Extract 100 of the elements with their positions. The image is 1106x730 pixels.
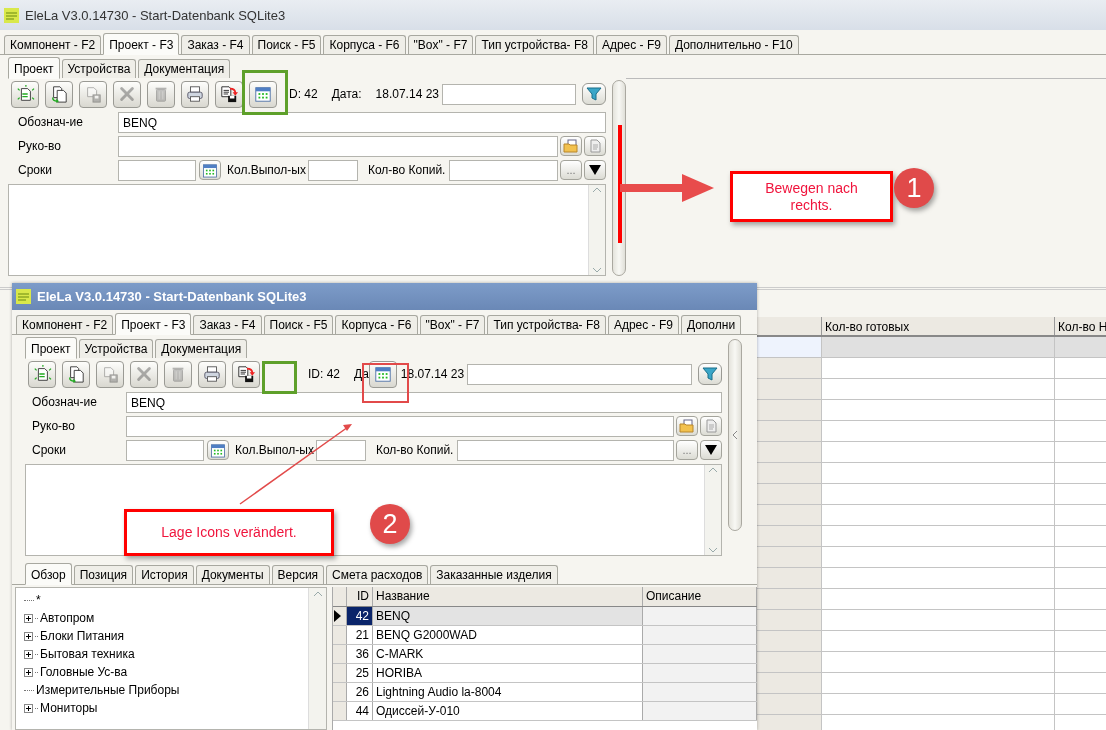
tab[interactable]: Смета расходов <box>326 565 429 584</box>
tab[interactable]: "Box" - F7 <box>419 315 486 334</box>
table-row[interactable]: 44 Одиссей-У-010 <box>333 702 757 721</box>
scrollbar[interactable] <box>704 465 721 555</box>
date-field[interactable] <box>467 363 692 385</box>
expand-icon[interactable] <box>24 613 33 623</box>
copies-field[interactable] <box>449 159 558 181</box>
table-row[interactable] <box>757 568 1106 589</box>
filter-button[interactable] <box>698 363 722 385</box>
table-row[interactable] <box>757 694 1106 715</box>
tab[interactable]: Адрес - F9 <box>595 35 667 54</box>
table-row[interactable] <box>757 526 1106 547</box>
expand-icon[interactable] <box>24 667 33 677</box>
table-row[interactable]: 36 C-MARK <box>333 645 757 664</box>
manager-field[interactable] <box>118 135 558 157</box>
expand-icon[interactable] <box>24 649 33 659</box>
tree-item[interactable]: Автопром <box>40 611 95 625</box>
table-row[interactable] <box>757 379 1106 400</box>
tab[interactable]: Обзор <box>25 563 72 585</box>
tab[interactable]: Адрес - F9 <box>607 315 679 334</box>
table-row[interactable] <box>757 421 1106 442</box>
tab[interactable]: Корпуса - F6 <box>323 35 406 54</box>
toolbar-button[interactable] <box>45 80 73 108</box>
tab[interactable]: Дополни <box>680 315 742 334</box>
dropdown-button[interactable] <box>700 440 722 460</box>
tree-item[interactable]: Головные Ус-ва <box>40 665 128 679</box>
table-row[interactable] <box>757 610 1106 631</box>
tab[interactable]: Устройства <box>61 59 137 78</box>
calendar-button[interactable] <box>199 160 221 180</box>
table-row[interactable] <box>757 400 1106 421</box>
tab[interactable]: Поиск - F5 <box>251 35 322 54</box>
table-row[interactable] <box>757 358 1106 379</box>
table-row[interactable]: 21 BENQ G2000WAD <box>333 626 757 645</box>
tab[interactable]: Проект - F3 <box>103 33 180 55</box>
tab[interactable]: Компонент - F2 <box>16 315 114 334</box>
tab[interactable]: Тип устройства- F8 <box>475 35 594 54</box>
tab[interactable]: История <box>135 565 194 584</box>
table-row[interactable] <box>757 547 1106 568</box>
toolbar-button[interactable] <box>62 360 90 388</box>
tab[interactable]: Устройства <box>78 339 154 358</box>
splitter-handle[interactable] <box>728 339 742 531</box>
tab[interactable]: Компонент - F2 <box>4 35 102 54</box>
designation-field[interactable]: BENQ <box>118 111 606 133</box>
tab[interactable]: Заказанные изделия <box>430 565 558 584</box>
toolbar-button[interactable] <box>232 360 260 388</box>
toolbar-button[interactable] <box>28 360 56 388</box>
tab[interactable]: Заказ - F4 <box>193 315 262 334</box>
tree-item[interactable]: Мониторы <box>40 701 98 715</box>
tab[interactable]: Документация <box>155 339 248 358</box>
tab[interactable]: Дополнительно - F10 <box>668 35 799 54</box>
table-row[interactable] <box>757 673 1106 694</box>
tab[interactable]: Проект <box>8 57 60 79</box>
table-row[interactable] <box>757 652 1106 673</box>
tab[interactable]: "Box" - F7 <box>407 35 474 54</box>
tab[interactable]: Позиция <box>73 565 134 584</box>
terms-field[interactable] <box>118 159 196 181</box>
table-row[interactable] <box>757 631 1106 652</box>
tree-item[interactable]: Блоки Питания <box>40 629 125 643</box>
toolbar-button[interactable] <box>11 80 39 108</box>
scroll-up-icon[interactable] <box>707 465 719 475</box>
tab[interactable]: Тип устройства- F8 <box>487 315 606 334</box>
terms-field[interactable] <box>126 439 204 461</box>
tree-item[interactable]: Измерительные Приборы <box>36 683 180 697</box>
scroll-up-icon[interactable] <box>591 185 603 195</box>
scroll-down-icon[interactable] <box>707 545 719 555</box>
table-row[interactable] <box>757 442 1106 463</box>
tab[interactable]: Проект <box>25 337 77 359</box>
done-count-field[interactable] <box>307 159 358 181</box>
table-row[interactable] <box>757 484 1106 505</box>
toolbar-button[interactable] <box>215 80 243 108</box>
dropdown-button[interactable] <box>584 160 606 180</box>
tab[interactable]: Поиск - F5 <box>263 315 334 334</box>
tab[interactable]: Корпуса - F6 <box>335 315 418 334</box>
tab[interactable]: Версия <box>271 565 325 584</box>
filter-button[interactable] <box>582 83 606 105</box>
tab[interactable]: Заказ - F4 <box>181 35 250 54</box>
tab[interactable]: Документы <box>195 565 270 584</box>
tab[interactable]: Документация <box>138 59 231 78</box>
table-row[interactable] <box>757 505 1106 526</box>
table-row[interactable] <box>757 337 1106 358</box>
scrollbar[interactable] <box>308 588 326 729</box>
tree-item[interactable]: * <box>36 593 41 607</box>
memo-field[interactable] <box>8 184 606 276</box>
more-button[interactable]: ... <box>560 160 582 180</box>
scrollbar[interactable] <box>588 185 605 275</box>
manager-field[interactable] <box>126 415 674 437</box>
table-row[interactable]: 42 BENQ <box>333 607 757 626</box>
designation-field[interactable]: BENQ <box>126 391 722 413</box>
expand-icon[interactable] <box>24 703 33 713</box>
calendar-button[interactable] <box>207 440 229 460</box>
scroll-down-icon[interactable] <box>591 265 603 275</box>
date-field[interactable] <box>442 83 576 105</box>
table-row[interactable]: 26 Lightning Audio la-8004 <box>333 683 757 702</box>
table-row[interactable] <box>757 589 1106 610</box>
tab[interactable]: Проект - F3 <box>115 313 192 335</box>
tree-item[interactable]: Бытовая техника <box>40 647 135 661</box>
table-row[interactable] <box>757 463 1106 484</box>
expand-icon[interactable] <box>24 631 33 641</box>
table-row[interactable]: 25 HORIBA <box>333 664 757 683</box>
more-button[interactable]: ... <box>676 440 698 460</box>
